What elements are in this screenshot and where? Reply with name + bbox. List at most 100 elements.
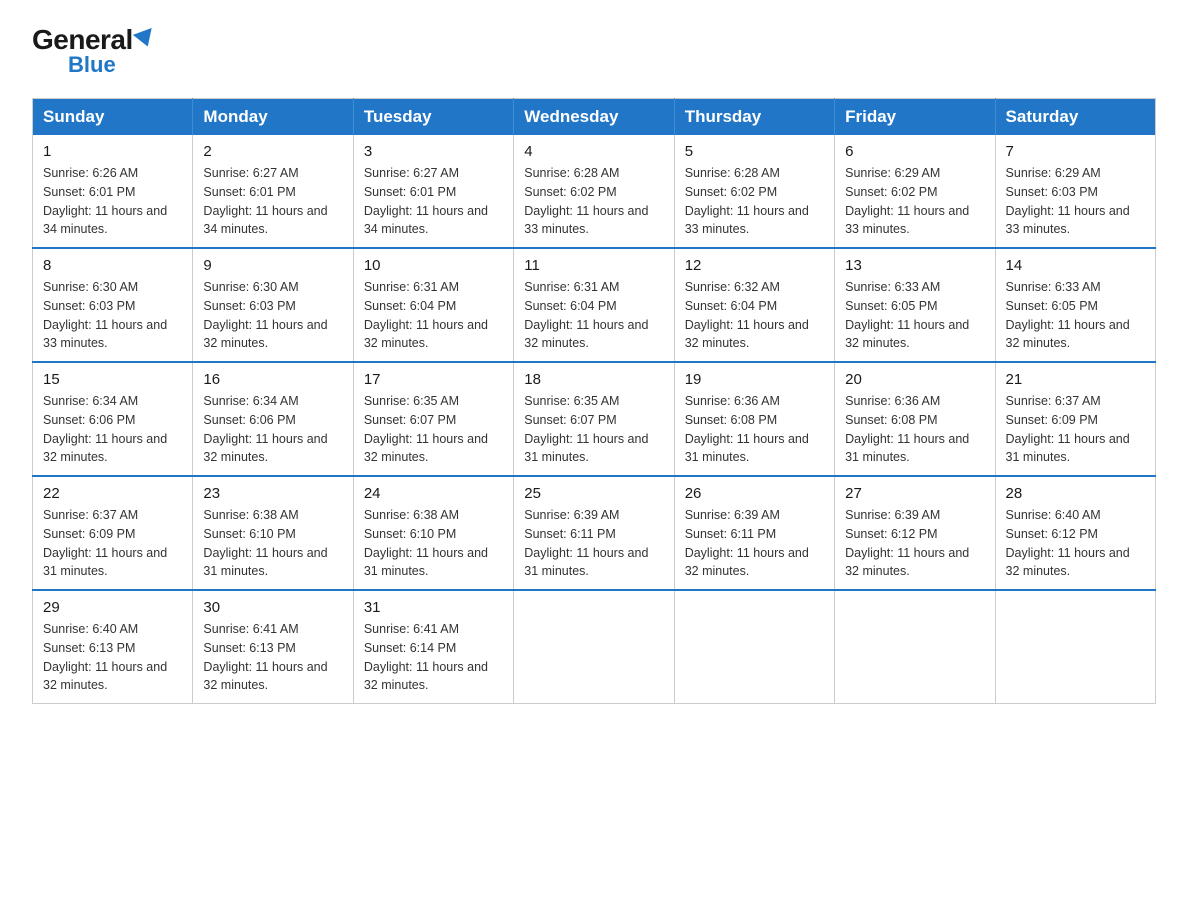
day-number: 1	[43, 143, 182, 160]
day-info: Sunrise: 6:39 AM Sunset: 6:11 PM Dayligh…	[524, 506, 663, 581]
day-number: 18	[524, 371, 663, 388]
day-number: 7	[1006, 143, 1145, 160]
day-info: Sunrise: 6:39 AM Sunset: 6:12 PM Dayligh…	[845, 506, 984, 581]
calendar-cell: 17 Sunrise: 6:35 AM Sunset: 6:07 PM Dayl…	[353, 362, 513, 476]
day-info: Sunrise: 6:27 AM Sunset: 6:01 PM Dayligh…	[364, 164, 503, 239]
day-info: Sunrise: 6:34 AM Sunset: 6:06 PM Dayligh…	[43, 392, 182, 467]
calendar-cell: 20 Sunrise: 6:36 AM Sunset: 6:08 PM Dayl…	[835, 362, 995, 476]
day-info: Sunrise: 6:35 AM Sunset: 6:07 PM Dayligh…	[524, 392, 663, 467]
day-info: Sunrise: 6:36 AM Sunset: 6:08 PM Dayligh…	[845, 392, 984, 467]
calendar-cell: 15 Sunrise: 6:34 AM Sunset: 6:06 PM Dayl…	[33, 362, 193, 476]
calendar-cell: 25 Sunrise: 6:39 AM Sunset: 6:11 PM Dayl…	[514, 476, 674, 590]
day-info: Sunrise: 6:34 AM Sunset: 6:06 PM Dayligh…	[203, 392, 342, 467]
calendar-week-row: 22 Sunrise: 6:37 AM Sunset: 6:09 PM Dayl…	[33, 476, 1156, 590]
calendar-cell: 12 Sunrise: 6:32 AM Sunset: 6:04 PM Dayl…	[674, 248, 834, 362]
calendar-cell: 5 Sunrise: 6:28 AM Sunset: 6:02 PM Dayli…	[674, 135, 834, 248]
day-number: 19	[685, 371, 824, 388]
day-info: Sunrise: 6:35 AM Sunset: 6:07 PM Dayligh…	[364, 392, 503, 467]
day-info: Sunrise: 6:30 AM Sunset: 6:03 PM Dayligh…	[43, 278, 182, 353]
day-number: 16	[203, 371, 342, 388]
day-number: 3	[364, 143, 503, 160]
day-info: Sunrise: 6:29 AM Sunset: 6:03 PM Dayligh…	[1006, 164, 1145, 239]
day-number: 12	[685, 257, 824, 274]
calendar-cell: 3 Sunrise: 6:27 AM Sunset: 6:01 PM Dayli…	[353, 135, 513, 248]
calendar-cell: 2 Sunrise: 6:27 AM Sunset: 6:01 PM Dayli…	[193, 135, 353, 248]
header-tuesday: Tuesday	[353, 99, 513, 136]
day-info: Sunrise: 6:37 AM Sunset: 6:09 PM Dayligh…	[1006, 392, 1145, 467]
calendar-cell: 11 Sunrise: 6:31 AM Sunset: 6:04 PM Dayl…	[514, 248, 674, 362]
calendar-cell	[514, 590, 674, 704]
calendar-cell: 14 Sunrise: 6:33 AM Sunset: 6:05 PM Dayl…	[995, 248, 1155, 362]
calendar-cell: 24 Sunrise: 6:38 AM Sunset: 6:10 PM Dayl…	[353, 476, 513, 590]
header-wednesday: Wednesday	[514, 99, 674, 136]
calendar-week-row: 29 Sunrise: 6:40 AM Sunset: 6:13 PM Dayl…	[33, 590, 1156, 704]
day-number: 14	[1006, 257, 1145, 274]
calendar-cell	[674, 590, 834, 704]
calendar-cell: 19 Sunrise: 6:36 AM Sunset: 6:08 PM Dayl…	[674, 362, 834, 476]
day-info: Sunrise: 6:31 AM Sunset: 6:04 PM Dayligh…	[364, 278, 503, 353]
day-info: Sunrise: 6:33 AM Sunset: 6:05 PM Dayligh…	[1006, 278, 1145, 353]
day-number: 2	[203, 143, 342, 160]
day-info: Sunrise: 6:41 AM Sunset: 6:13 PM Dayligh…	[203, 620, 342, 695]
calendar-cell: 22 Sunrise: 6:37 AM Sunset: 6:09 PM Dayl…	[33, 476, 193, 590]
day-number: 26	[685, 485, 824, 502]
day-number: 27	[845, 485, 984, 502]
day-number: 6	[845, 143, 984, 160]
calendar-cell: 8 Sunrise: 6:30 AM Sunset: 6:03 PM Dayli…	[33, 248, 193, 362]
calendar-cell: 30 Sunrise: 6:41 AM Sunset: 6:13 PM Dayl…	[193, 590, 353, 704]
day-info: Sunrise: 6:28 AM Sunset: 6:02 PM Dayligh…	[685, 164, 824, 239]
day-number: 23	[203, 485, 342, 502]
calendar-cell: 18 Sunrise: 6:35 AM Sunset: 6:07 PM Dayl…	[514, 362, 674, 476]
day-info: Sunrise: 6:26 AM Sunset: 6:01 PM Dayligh…	[43, 164, 182, 239]
day-info: Sunrise: 6:36 AM Sunset: 6:08 PM Dayligh…	[685, 392, 824, 467]
calendar-cell	[995, 590, 1155, 704]
day-info: Sunrise: 6:40 AM Sunset: 6:12 PM Dayligh…	[1006, 506, 1145, 581]
calendar-cell: 23 Sunrise: 6:38 AM Sunset: 6:10 PM Dayl…	[193, 476, 353, 590]
calendar-cell: 31 Sunrise: 6:41 AM Sunset: 6:14 PM Dayl…	[353, 590, 513, 704]
day-info: Sunrise: 6:27 AM Sunset: 6:01 PM Dayligh…	[203, 164, 342, 239]
header-friday: Friday	[835, 99, 995, 136]
day-info: Sunrise: 6:33 AM Sunset: 6:05 PM Dayligh…	[845, 278, 984, 353]
day-info: Sunrise: 6:39 AM Sunset: 6:11 PM Dayligh…	[685, 506, 824, 581]
day-number: 30	[203, 599, 342, 616]
calendar-cell: 21 Sunrise: 6:37 AM Sunset: 6:09 PM Dayl…	[995, 362, 1155, 476]
header-thursday: Thursday	[674, 99, 834, 136]
calendar-table: SundayMondayTuesdayWednesdayThursdayFrid…	[32, 98, 1156, 704]
day-number: 24	[364, 485, 503, 502]
calendar-cell: 10 Sunrise: 6:31 AM Sunset: 6:04 PM Dayl…	[353, 248, 513, 362]
calendar-cell: 16 Sunrise: 6:34 AM Sunset: 6:06 PM Dayl…	[193, 362, 353, 476]
day-number: 21	[1006, 371, 1145, 388]
day-number: 8	[43, 257, 182, 274]
day-number: 5	[685, 143, 824, 160]
day-info: Sunrise: 6:31 AM Sunset: 6:04 PM Dayligh…	[524, 278, 663, 353]
header-monday: Monday	[193, 99, 353, 136]
header: General Blue	[32, 24, 1156, 78]
day-number: 4	[524, 143, 663, 160]
calendar-week-row: 8 Sunrise: 6:30 AM Sunset: 6:03 PM Dayli…	[33, 248, 1156, 362]
day-number: 20	[845, 371, 984, 388]
header-sunday: Sunday	[33, 99, 193, 136]
day-number: 10	[364, 257, 503, 274]
calendar-cell: 4 Sunrise: 6:28 AM Sunset: 6:02 PM Dayli…	[514, 135, 674, 248]
day-info: Sunrise: 6:38 AM Sunset: 6:10 PM Dayligh…	[364, 506, 503, 581]
day-info: Sunrise: 6:32 AM Sunset: 6:04 PM Dayligh…	[685, 278, 824, 353]
logo-blue-text: Blue	[68, 52, 116, 78]
day-number: 25	[524, 485, 663, 502]
day-info: Sunrise: 6:37 AM Sunset: 6:09 PM Dayligh…	[43, 506, 182, 581]
day-info: Sunrise: 6:40 AM Sunset: 6:13 PM Dayligh…	[43, 620, 182, 695]
day-info: Sunrise: 6:41 AM Sunset: 6:14 PM Dayligh…	[364, 620, 503, 695]
calendar-cell: 28 Sunrise: 6:40 AM Sunset: 6:12 PM Dayl…	[995, 476, 1155, 590]
calendar-cell: 6 Sunrise: 6:29 AM Sunset: 6:02 PM Dayli…	[835, 135, 995, 248]
calendar-cell	[835, 590, 995, 704]
calendar-week-row: 1 Sunrise: 6:26 AM Sunset: 6:01 PM Dayli…	[33, 135, 1156, 248]
day-number: 11	[524, 257, 663, 274]
day-info: Sunrise: 6:28 AM Sunset: 6:02 PM Dayligh…	[524, 164, 663, 239]
day-info: Sunrise: 6:30 AM Sunset: 6:03 PM Dayligh…	[203, 278, 342, 353]
day-number: 22	[43, 485, 182, 502]
calendar-cell: 1 Sunrise: 6:26 AM Sunset: 6:01 PM Dayli…	[33, 135, 193, 248]
day-number: 17	[364, 371, 503, 388]
calendar-cell: 13 Sunrise: 6:33 AM Sunset: 6:05 PM Dayl…	[835, 248, 995, 362]
calendar-cell: 9 Sunrise: 6:30 AM Sunset: 6:03 PM Dayli…	[193, 248, 353, 362]
day-number: 28	[1006, 485, 1145, 502]
day-number: 31	[364, 599, 503, 616]
